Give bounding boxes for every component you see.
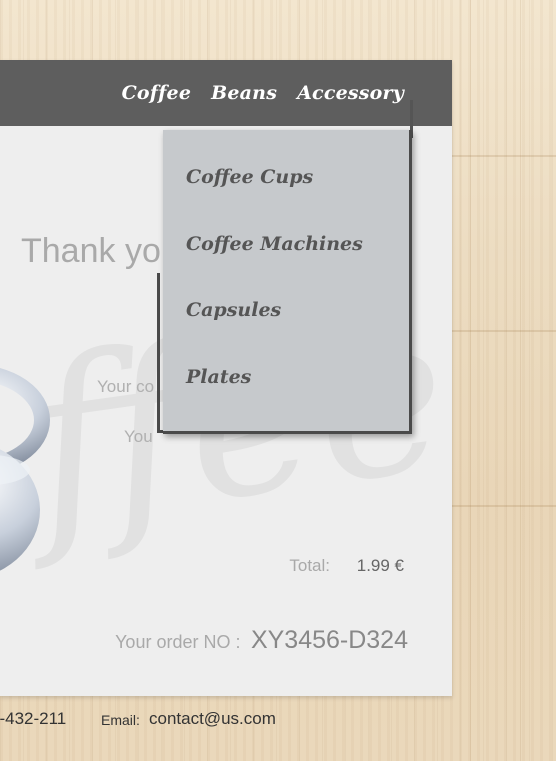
order-number-label: Your order NO :	[115, 632, 241, 652]
coffee-cup-image	[0, 368, 50, 571]
top-navbar: Coffee Beans Accessory	[0, 60, 452, 126]
wood-seam	[450, 330, 556, 332]
footer-email-link[interactable]: contact@us.com	[149, 709, 276, 729]
footer-phone: 4-432-211	[0, 709, 67, 728]
nav-accessory[interactable]: Accessory	[297, 82, 404, 104]
total-row: Total: 1.99 €	[289, 556, 404, 576]
accessory-dropdown-menu: Coffee Cups Coffee Machines Capsules Pla…	[163, 130, 412, 434]
wood-seam	[450, 505, 556, 507]
wood-seam	[450, 155, 556, 157]
confirmation-line-2: You	[124, 427, 153, 446]
confirmation-line-1: Your co	[97, 377, 155, 396]
footer-email-label: Email:	[101, 712, 140, 728]
dropdown-item-capsules[interactable]: Capsules	[186, 299, 281, 321]
total-label: Total:	[289, 556, 330, 575]
nav-beans[interactable]: Beans	[211, 82, 277, 104]
order-number-value: XY3456-D324	[250, 626, 408, 654]
wood-grain	[470, 0, 471, 761]
total-value: 1.99 €	[356, 556, 404, 575]
dropdown-item-plates[interactable]: Plates	[186, 366, 251, 388]
nav-coffee[interactable]: Coffee	[122, 82, 192, 104]
order-number-row: Your order NO : XY3456-D324	[115, 626, 408, 655]
wood-grain	[520, 0, 521, 761]
dropdown-item-coffee-machines[interactable]: Coffee Machines	[186, 233, 363, 255]
main-nav: Coffee Beans Accessory	[122, 82, 404, 104]
thank-you-heading: Thank you	[21, 232, 180, 270]
dropdown-item-coffee-cups[interactable]: Coffee Cups	[186, 166, 313, 188]
